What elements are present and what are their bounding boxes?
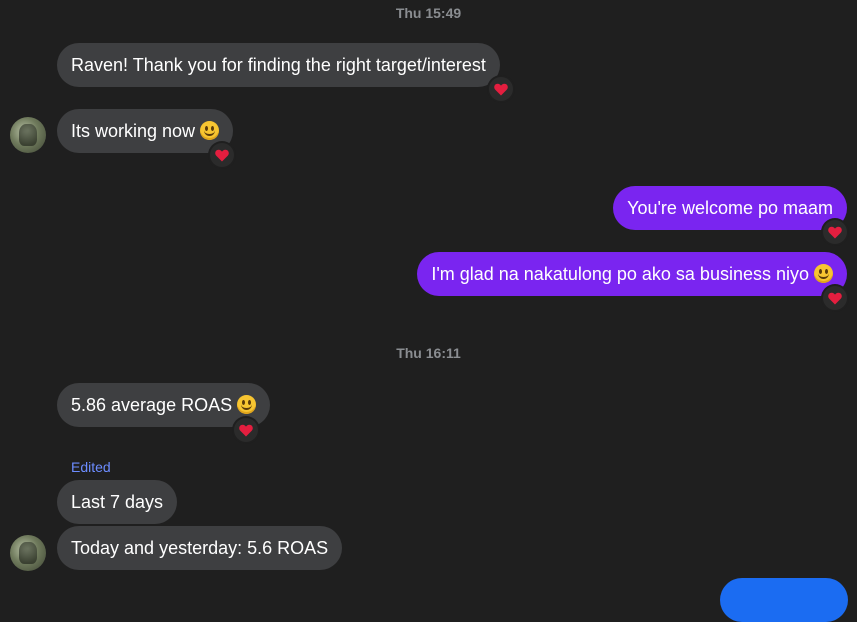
smiling-face-emoji (814, 264, 833, 283)
incoming-message[interactable]: Raven! Thank you for finding the right t… (57, 43, 500, 87)
outgoing-message[interactable]: You're welcome po maam (613, 186, 847, 230)
outgoing-message-partial[interactable] (720, 578, 848, 622)
heart-reaction[interactable] (234, 418, 258, 442)
smiling-face-emoji (200, 121, 220, 140)
heart-icon (828, 292, 842, 305)
incoming-message[interactable]: Its working now (57, 109, 234, 153)
message-text: Its working now (71, 121, 196, 141)
heart-reaction[interactable] (210, 143, 234, 167)
timestamp-divider: Thu 16:11 (396, 345, 461, 361)
heart-icon (828, 226, 842, 239)
heart-reaction[interactable] (489, 77, 513, 101)
message-text: Raven! Thank you for finding the right t… (71, 55, 486, 75)
heart-icon (494, 83, 508, 96)
message-text: I'm glad na nakatulong po ako sa busines… (431, 264, 809, 284)
contact-avatar[interactable] (10, 117, 46, 153)
message-text: Last 7 days (71, 492, 164, 512)
outgoing-message[interactable]: I'm glad na nakatulong po ako sa busines… (417, 252, 847, 296)
message-text: Today and yesterday: 5.6 ROAS (71, 538, 329, 558)
heart-reaction[interactable] (823, 286, 847, 310)
incoming-message[interactable]: Today and yesterday: 5.6 ROAS (57, 526, 343, 570)
incoming-message[interactable]: Last 7 days (57, 480, 178, 524)
smiling-face-emoji (237, 395, 257, 414)
contact-avatar[interactable] (10, 535, 46, 571)
message-text: You're welcome po maam (627, 198, 833, 218)
message-text: 5.86 average ROAS (71, 395, 233, 415)
timestamp-divider: Thu 15:49 (395, 5, 462, 21)
heart-icon (215, 149, 229, 162)
heart-icon (239, 424, 253, 437)
edited-label: Edited (71, 459, 111, 475)
heart-reaction[interactable] (823, 220, 847, 244)
